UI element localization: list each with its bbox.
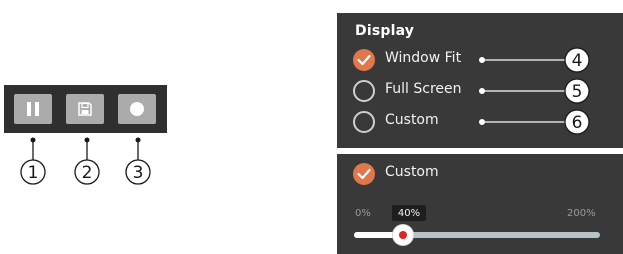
zoom-slider-track[interactable] <box>354 232 600 238</box>
radio-checked-icon[interactable] <box>353 163 375 185</box>
callout-number: 4 <box>572 51 583 71</box>
option-label: Custom <box>385 164 439 180</box>
callout-number: 5 <box>572 82 583 102</box>
callout-5: 5 <box>479 78 590 104</box>
check-icon <box>357 168 371 180</box>
custom-zoom-panel <box>337 154 623 254</box>
slider-max-label: 200% <box>567 208 596 219</box>
slider-value-tooltip: 40% <box>392 205 426 221</box>
callout-6: 6 <box>479 109 590 135</box>
slider-min-label: 0% <box>355 208 371 219</box>
callout-4: 4 <box>479 47 590 73</box>
callout-number: 6 <box>572 113 583 133</box>
thumb-dot-icon <box>399 231 408 239</box>
